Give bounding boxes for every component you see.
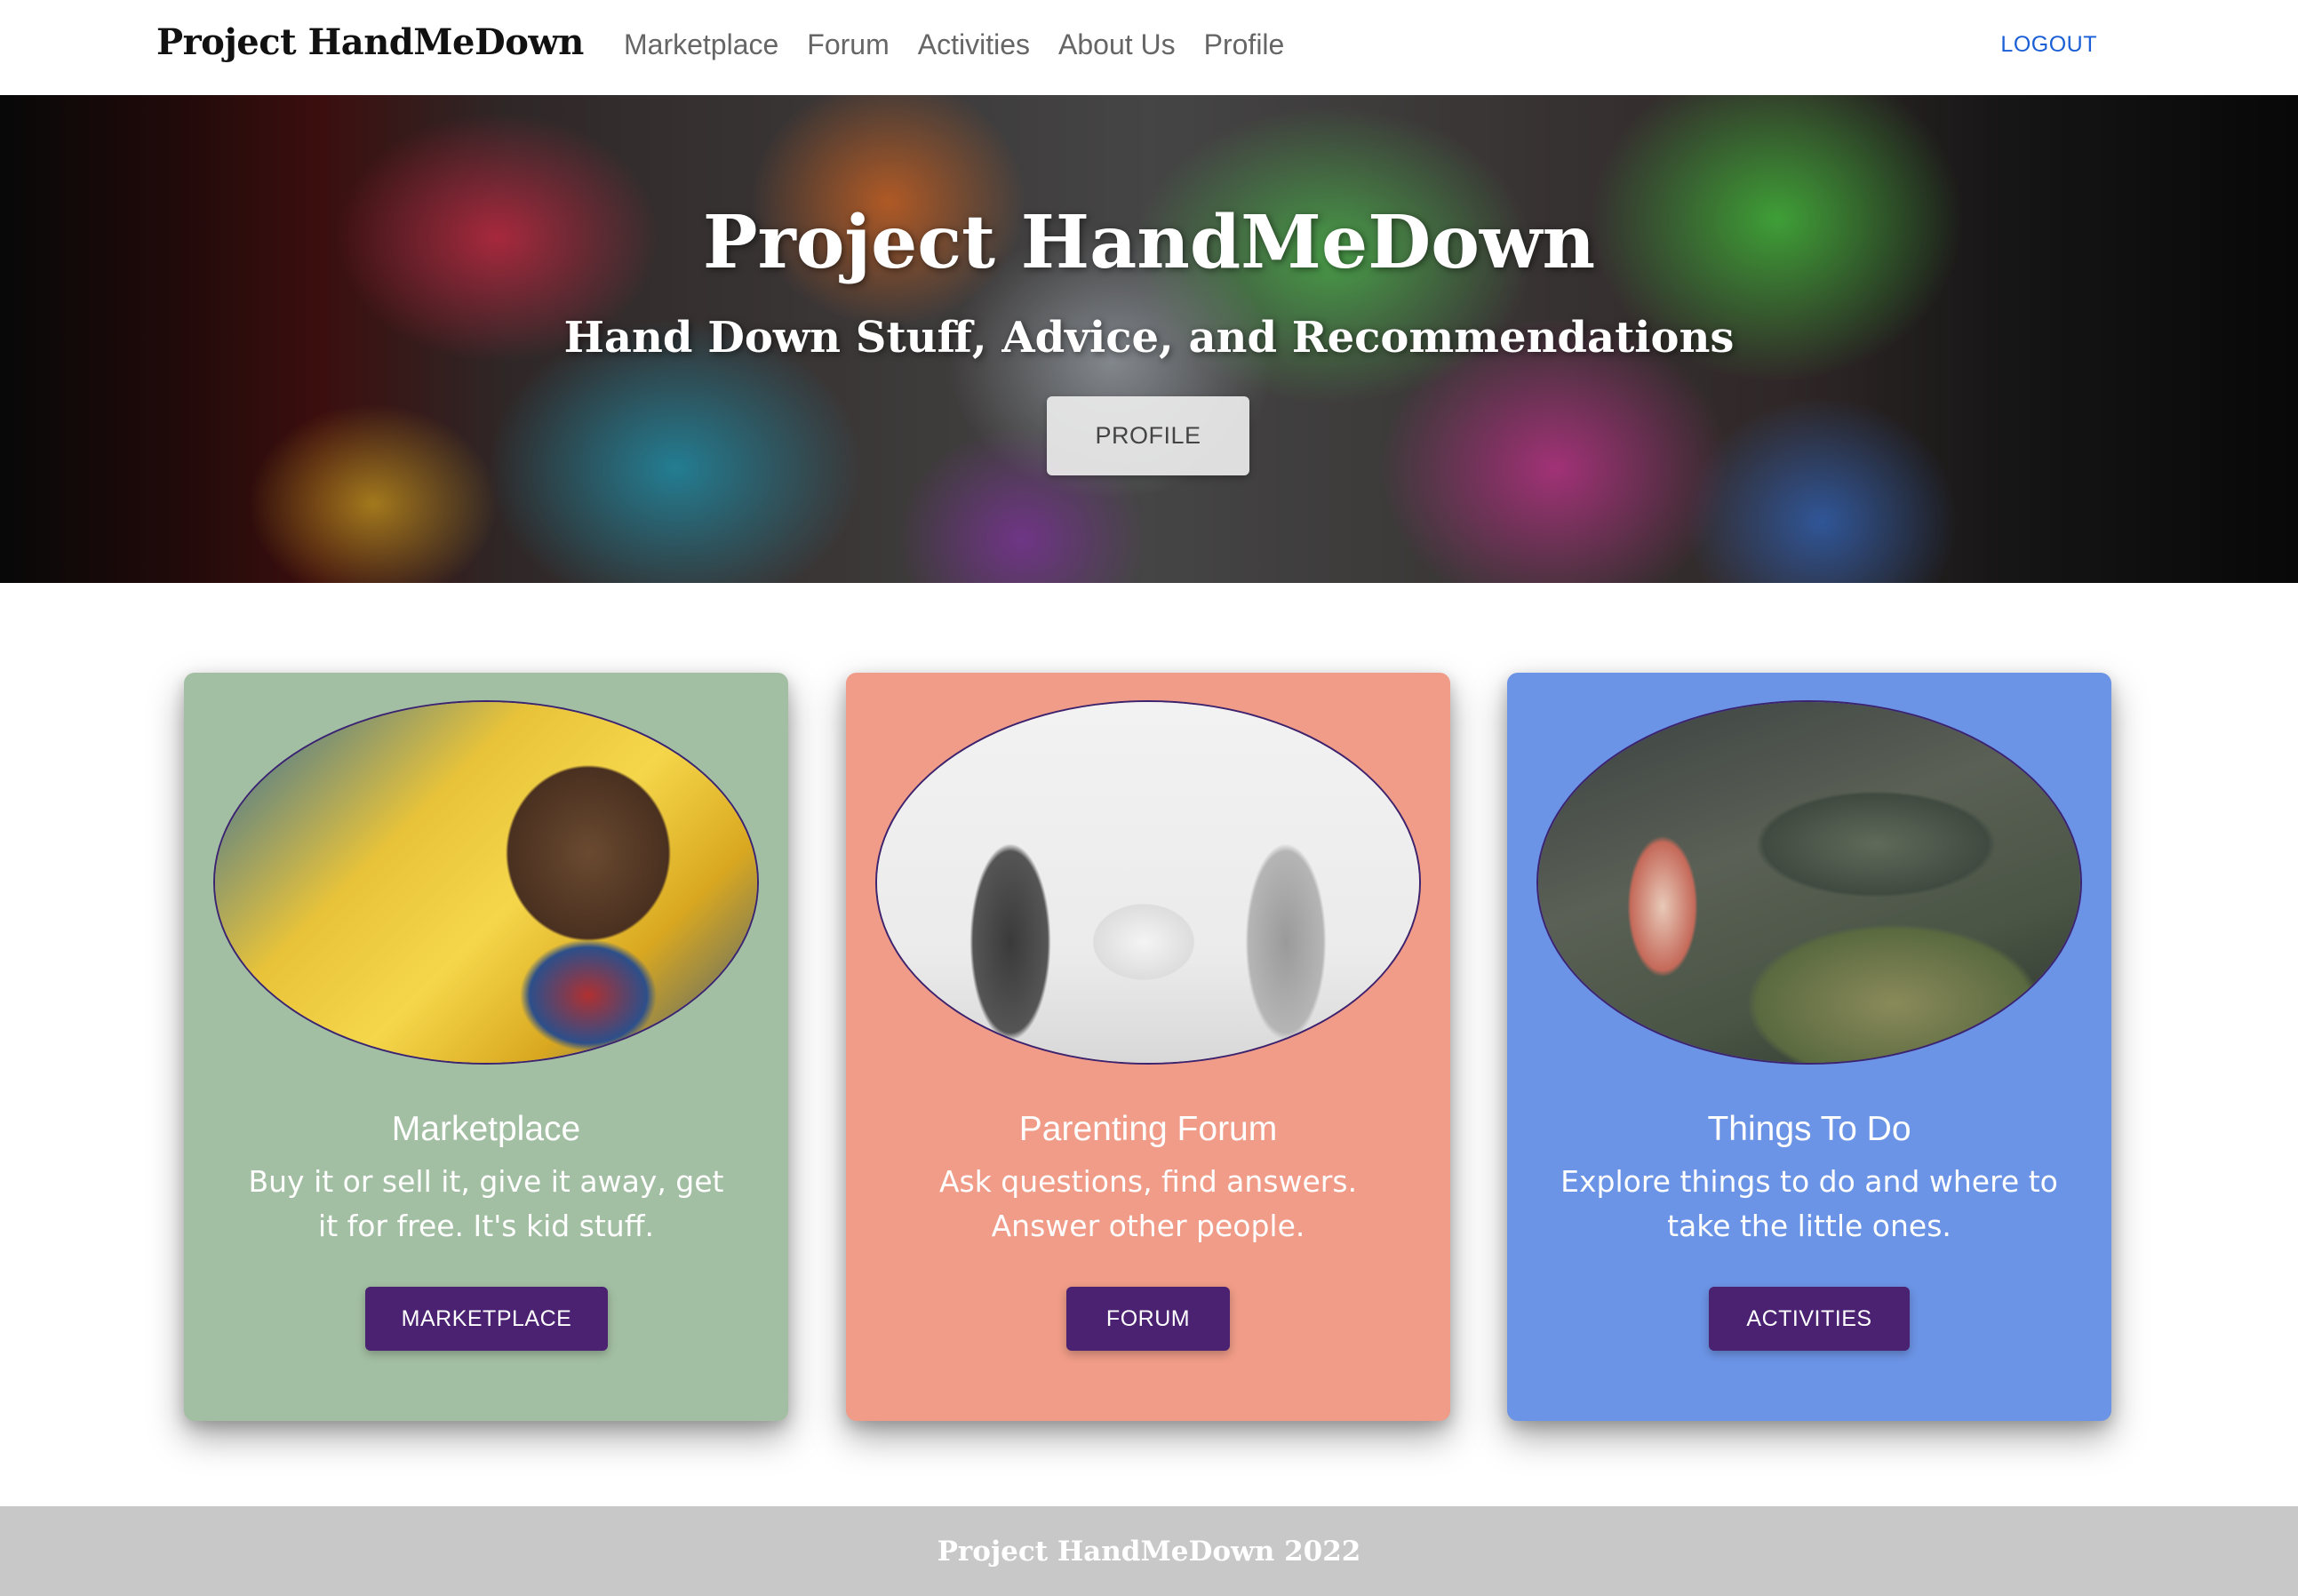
logout-link[interactable]: LOGOUT <box>2000 32 2097 58</box>
nav-links: Marketplace Forum Activities About Us Pr… <box>624 27 1313 62</box>
nav-link-profile[interactable]: Profile <box>1204 27 1285 62</box>
hero-subtitle: Hand Down Stuff, Advice, and Recommendat… <box>563 313 1735 363</box>
card-marketplace: Marketplace Buy it or sell it, give it a… <box>184 673 788 1421</box>
footer: Project HandMeDown 2022 <box>0 1506 2298 1596</box>
card-description: Explore things to do and where to take t… <box>1560 1164 2058 1243</box>
card-title: Marketplace <box>391 1110 581 1148</box>
card-image-forum <box>875 700 1421 1065</box>
card-description: Ask questions, find answers. Answer othe… <box>938 1164 1358 1243</box>
card-title: Parenting Forum <box>1018 1110 1278 1148</box>
brand-logo[interactable]: Project HandMeDown <box>156 21 584 63</box>
marketplace-button[interactable]: MARKETPLACE <box>365 1287 608 1351</box>
profile-button[interactable]: PROFILE <box>1047 396 1249 475</box>
hero-banner: Project HandMeDown Hand Down Stuff, Advi… <box>0 95 2298 583</box>
top-navbar: Project HandMeDown Marketplace Forum Act… <box>0 0 2298 95</box>
card-title: Things To Do <box>1707 1110 1911 1148</box>
nav-link-forum[interactable]: Forum <box>807 27 889 62</box>
card-description: Buy it or sell it, give it away, get it … <box>248 1164 724 1243</box>
card-image-marketplace <box>213 700 759 1065</box>
card-parenting-forum: Parenting Forum Ask questions, find answ… <box>846 673 1450 1421</box>
hero-title: Project HandMeDown <box>702 200 1596 285</box>
footer-text: Project HandMeDown 2022 <box>937 1535 1361 1568</box>
card-things-to-do: Things To Do Explore things to do and wh… <box>1507 673 2111 1421</box>
activities-button[interactable]: ACTIVITIES <box>1709 1287 1910 1351</box>
card-image-activities <box>1536 700 2082 1065</box>
nav-link-activities[interactable]: Activities <box>918 27 1030 62</box>
forum-button[interactable]: FORUM <box>1066 1287 1230 1351</box>
nav-link-about-us[interactable]: About Us <box>1058 27 1176 62</box>
nav-link-marketplace[interactable]: Marketplace <box>624 27 778 62</box>
